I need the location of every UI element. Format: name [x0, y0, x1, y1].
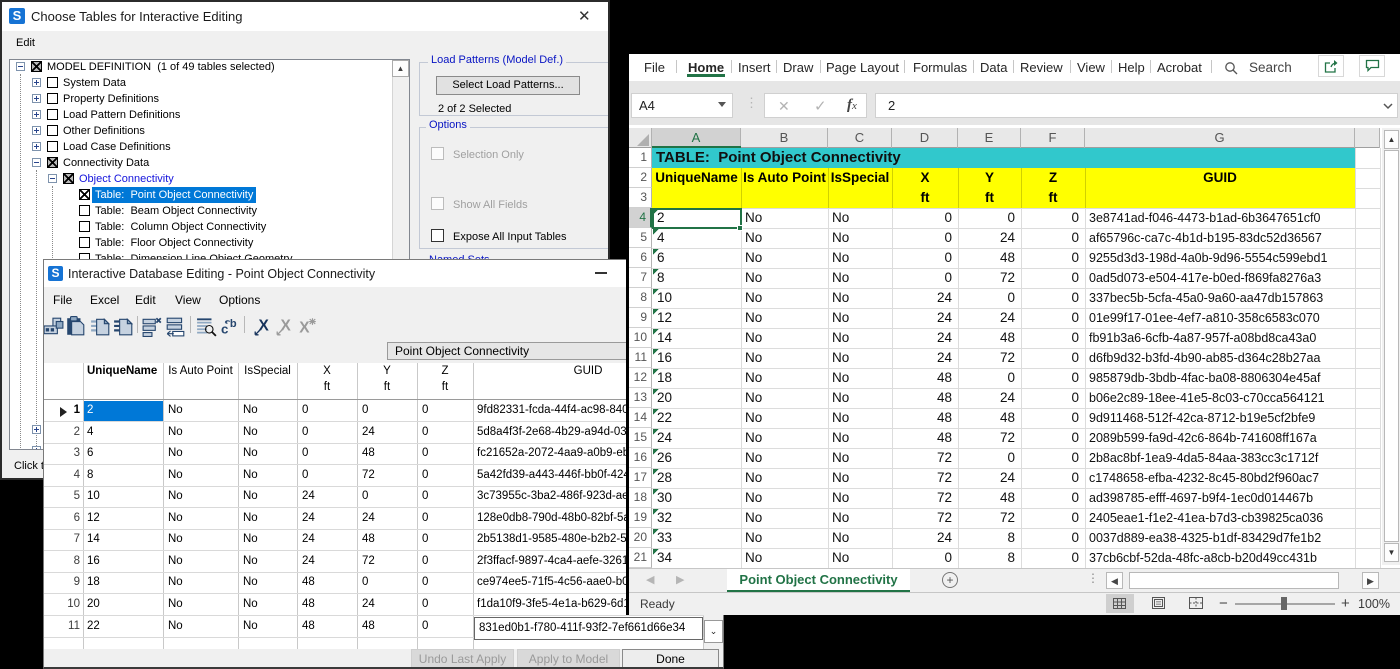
svg-text:X: X [281, 317, 292, 334]
svg-text:b: b [230, 318, 237, 330]
svg-text:X: X [299, 320, 310, 337]
svg-text:c: c [221, 322, 228, 337]
svg-text:X: X [259, 317, 270, 334]
